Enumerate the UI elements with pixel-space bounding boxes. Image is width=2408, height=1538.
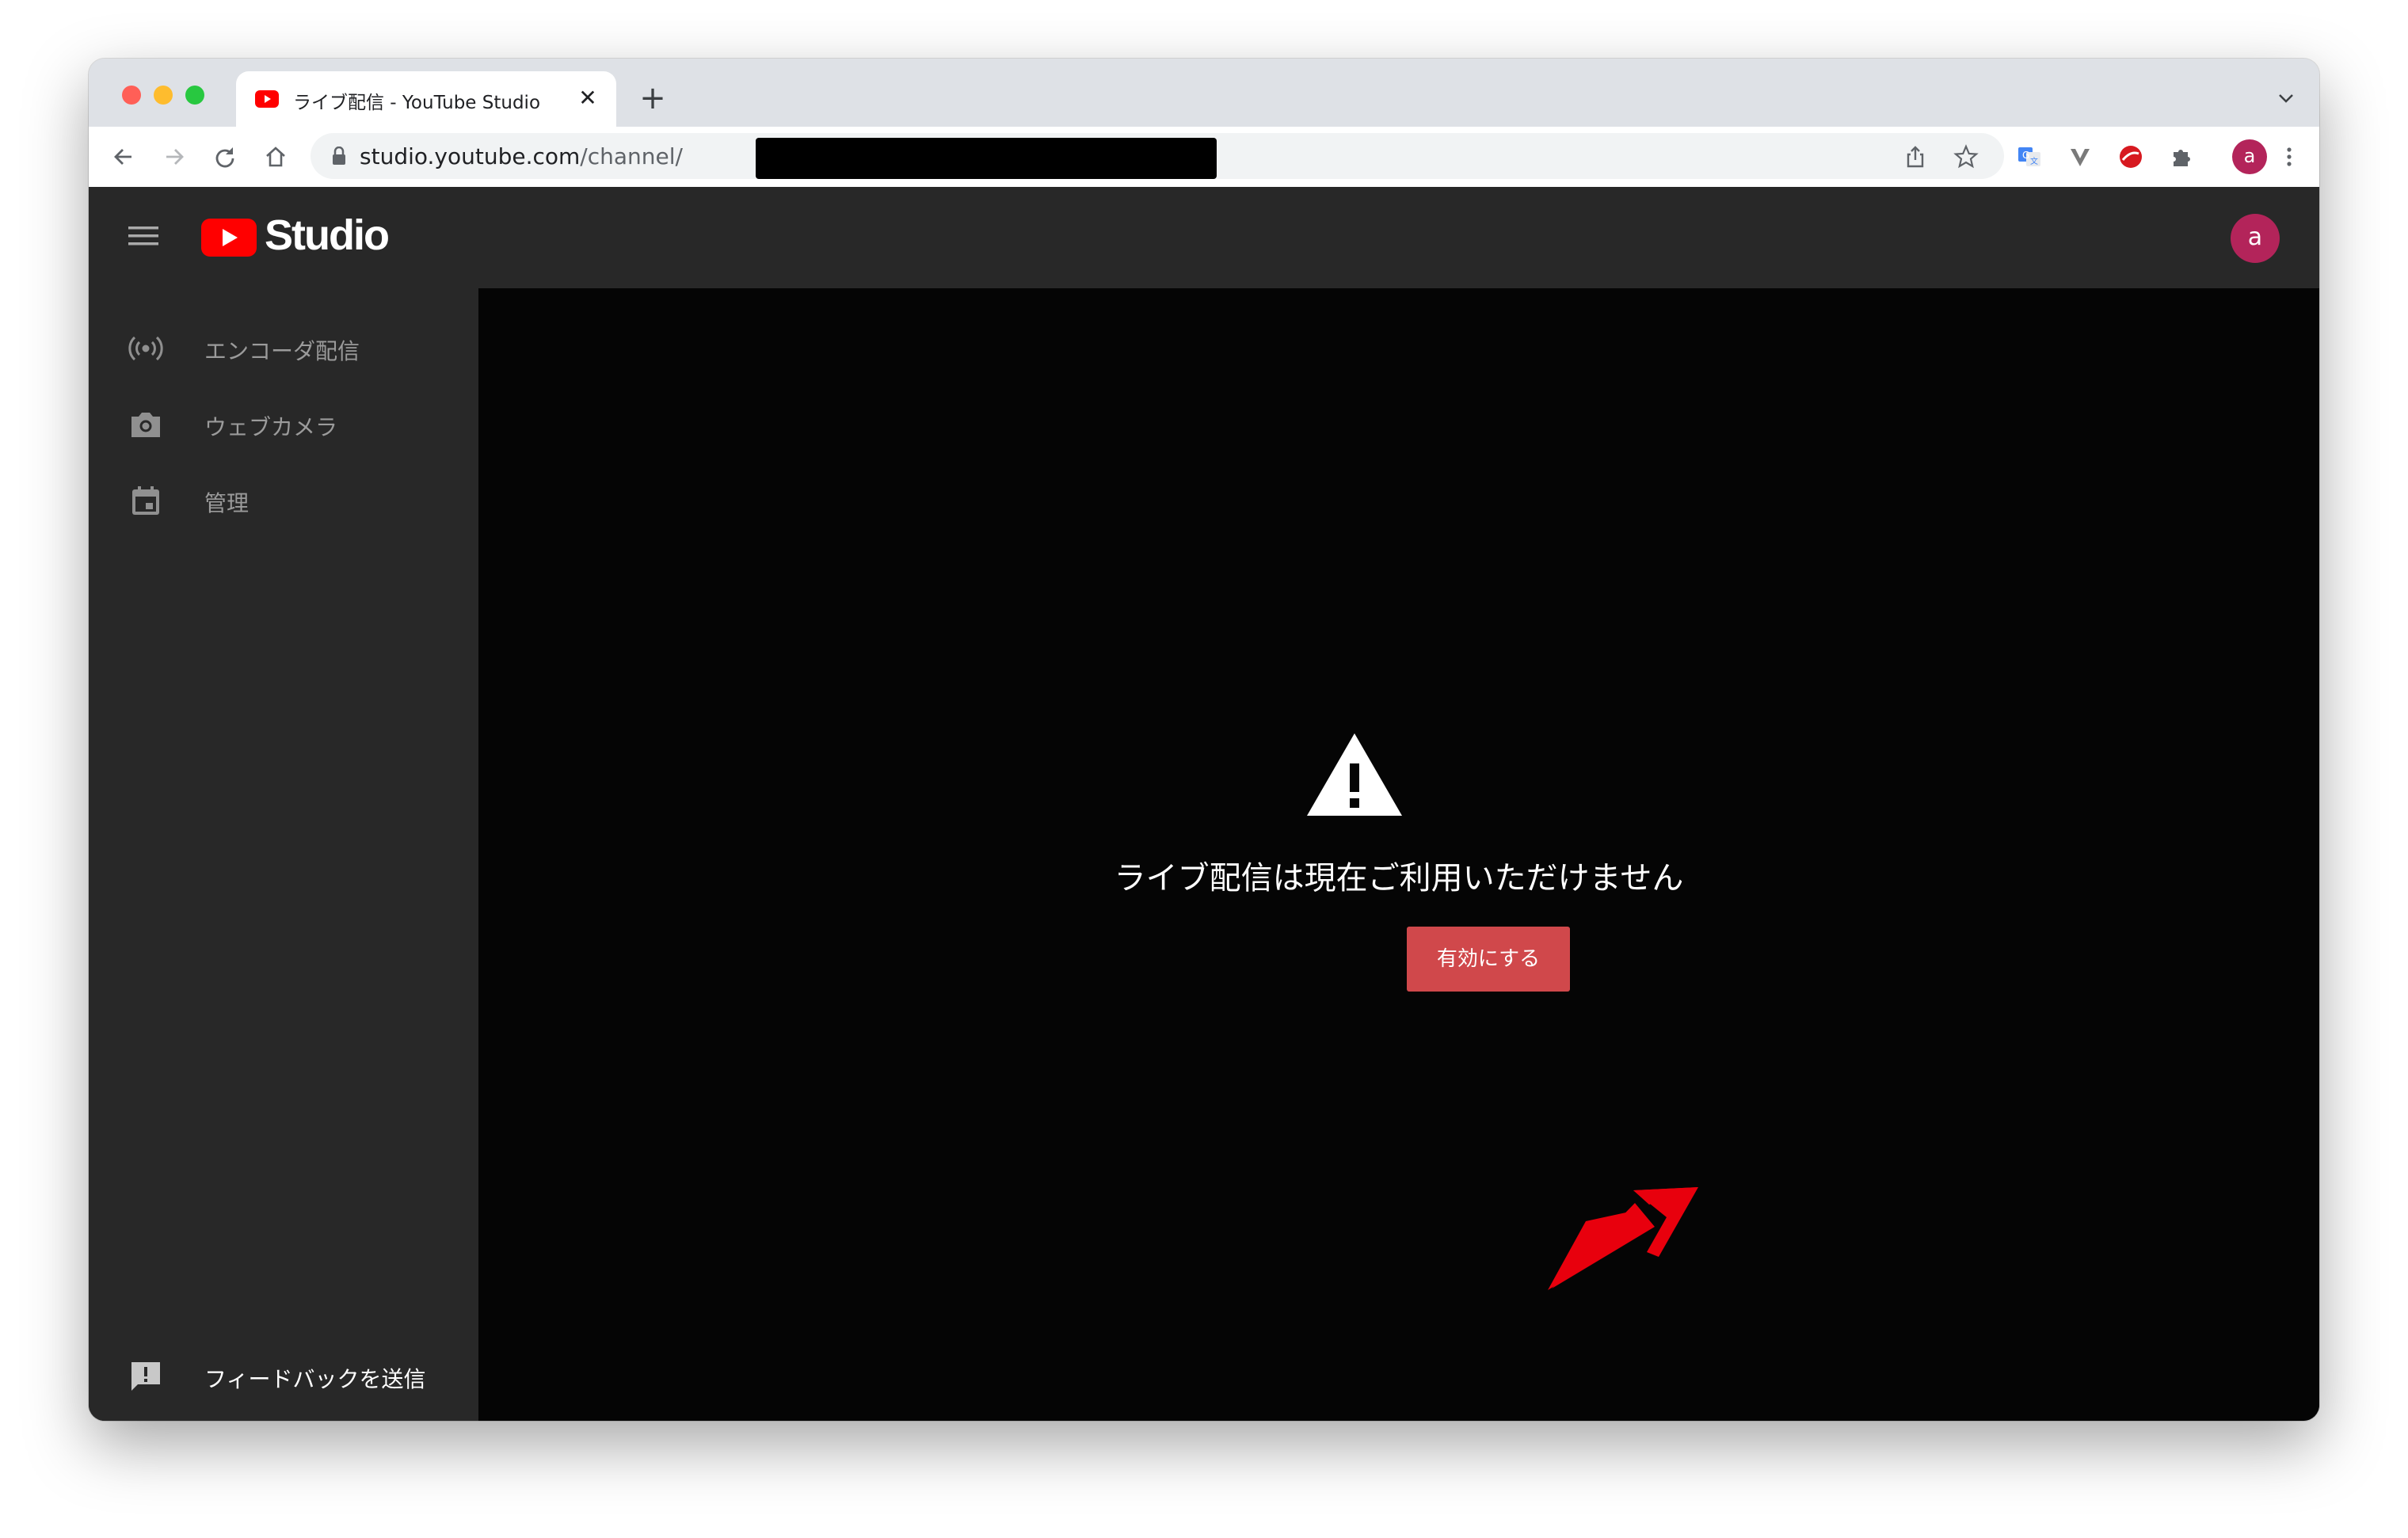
annotation-arrow-icon: [1548, 1187, 1698, 1290]
sidebar-item-label: フィードバックを送信: [204, 1366, 426, 1392]
lock-icon: [333, 147, 345, 165]
url-path: /channel/: [580, 143, 683, 169]
tab-youtube-studio[interactable]: ライブ配信 - YouTube Studio ✕: [236, 71, 616, 127]
home-icon[interactable]: [263, 144, 288, 169]
svg-text:G: G: [2022, 150, 2029, 161]
sidebar-item-webcam[interactable]: ウェブカメラ: [89, 393, 478, 456]
window-close-button[interactable]: [122, 86, 141, 105]
studio-brand-text[interactable]: Studio: [265, 211, 390, 260]
tab-close-icon[interactable]: ✕: [573, 84, 602, 112]
window-minimize-button[interactable]: [154, 86, 173, 105]
chevron-down-icon[interactable]: [2277, 89, 2296, 108]
studio-sidebar: エンコーダ配信 ウェブカメラ 管理 フィードバックを送信: [89, 288, 478, 1421]
reload-icon[interactable]: [212, 144, 238, 169]
main-content: ライブ配信は現在ご利用いただけません 有効にする: [478, 288, 2319, 1421]
browser-profile-avatar[interactable]: a: [2232, 139, 2267, 174]
unavailable-message: ライブ配信は現在ご利用いただけません: [1114, 860, 1684, 897]
back-arrow-icon[interactable]: [111, 144, 136, 169]
more-vert-icon[interactable]: [2277, 144, 2302, 169]
share-icon[interactable]: [1903, 144, 1928, 169]
window-maximize-button[interactable]: [185, 86, 204, 105]
new-tab-button[interactable]: +: [635, 82, 670, 117]
extensions-puzzle-icon[interactable]: [2169, 144, 2194, 169]
tab-strip: ライブ配信 - YouTube Studio ✕ +: [89, 59, 2319, 127]
sidebar-item-label: ウェブカメラ: [204, 414, 338, 440]
youtube-favicon-icon: [255, 90, 279, 108]
tab-title: ライブ配信 - YouTube Studio: [293, 93, 541, 113]
warning-icon: [1307, 733, 1402, 816]
account-avatar[interactable]: a: [2231, 214, 2280, 263]
feedback-icon: [131, 1362, 160, 1391]
trend-micro-icon[interactable]: [2118, 144, 2143, 169]
redaction-box: [756, 138, 1217, 179]
bookmark-star-icon[interactable]: [1953, 144, 1979, 169]
camera-icon: [131, 413, 160, 437]
browser-toolbar: studio.youtube.com/channel/ G 文 a: [89, 127, 2319, 188]
svg-text:文: 文: [2030, 156, 2038, 166]
google-translate-icon[interactable]: G 文: [2017, 144, 2042, 169]
sidebar-item-feedback[interactable]: フィードバックを送信: [89, 1345, 478, 1408]
studio-header: Studio a: [89, 187, 2319, 288]
enable-button[interactable]: 有効にする: [1407, 927, 1570, 992]
live-broadcast-icon: [128, 336, 163, 361]
sidebar-item-encoder[interactable]: エンコーダ配信: [89, 317, 478, 380]
sidebar-item-label: エンコーダ配信: [204, 338, 360, 364]
sidebar-item-label: 管理: [204, 490, 250, 516]
address-bar[interactable]: studio.youtube.com/channel/: [311, 133, 2004, 179]
url-host: studio.youtube.com: [360, 143, 581, 169]
sidebar-item-manage[interactable]: 管理: [89, 469, 478, 532]
youtube-logo-icon[interactable]: [201, 219, 257, 257]
forward-arrow-icon[interactable]: [162, 144, 187, 169]
browser-window: ライブ配信 - YouTube Studio ✕ + studio.youtub…: [89, 59, 2319, 1421]
calendar-icon: [132, 486, 159, 515]
vivaldi-extension-icon[interactable]: [2067, 144, 2093, 169]
menu-icon[interactable]: [128, 223, 158, 249]
youtube-studio-app: Studio a エンコーダ配信 ウェブカメラ 管理 フィードバックを送信 ライ…: [89, 187, 2319, 1421]
url-text: studio.youtube.com/channel/: [360, 143, 683, 169]
